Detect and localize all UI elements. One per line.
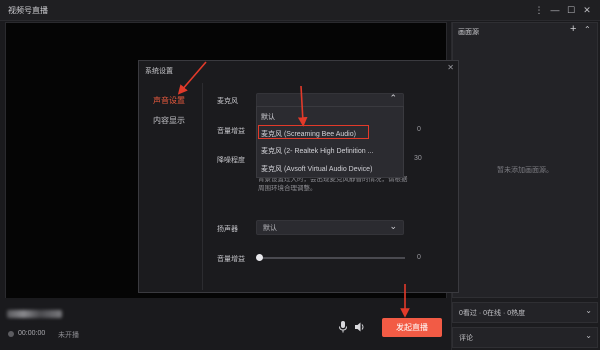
chevron-down-icon: ⌄ (585, 306, 592, 315)
sidebar-item-content[interactable]: 内容显示 (153, 115, 185, 126)
bottom-bar (0, 298, 447, 350)
mic-gain-label: 音量增益 (217, 128, 245, 135)
microphone-dropdown-list: 默认 麦克风 (Screaming Bee Audio) 麦克风 (2- Rea… (256, 106, 404, 178)
microphone-label: 麦克风 (217, 98, 238, 105)
live-status: 未开播 (58, 332, 79, 339)
speaker-gain-slider[interactable] (259, 257, 405, 259)
sidebar-item-sound[interactable]: 声音设置 (153, 95, 185, 106)
blurred-account-name (7, 310, 62, 318)
maximize-icon[interactable]: ☐ (564, 3, 578, 17)
dropdown-option[interactable]: 麦克风 (2- Realtek High Definition ... (261, 146, 373, 156)
dialog-close-icon[interactable]: ✕ (447, 63, 454, 72)
go-live-button[interactable]: 发起直播 (382, 318, 442, 337)
speaker-gain-value: 0 (417, 254, 421, 261)
scene-source-title: 画面源 (458, 29, 479, 36)
live-duration: 00:00:00 (18, 330, 46, 337)
add-source-icon[interactable]: + (570, 23, 576, 35)
live-stats-text: 0看过 · 0在线 · 0热度 (459, 310, 526, 317)
comments-label: 评论 (459, 335, 473, 342)
speaker-label: 扬声器 (217, 226, 238, 233)
close-icon[interactable]: ✕ (580, 3, 594, 17)
title-bar: 视频号直播 ⋮ — ☐ ✕ (0, 0, 600, 21)
comments-row[interactable]: 评论 ⌄ (452, 327, 598, 348)
chevron-up-icon: ⌃ (389, 93, 397, 103)
speaker-select[interactable]: 默认 ⌄ (256, 220, 404, 235)
dialog-divider (202, 83, 203, 290)
speaker-gain-label: 音量增益 (217, 256, 245, 263)
scene-source-panel: 画面源 + ⌃ 暂未添加画面源。 (452, 22, 598, 298)
speaker-selected-value: 默认 (263, 225, 277, 232)
noise-reduction-label: 降噪程度 (217, 157, 245, 164)
chevron-down-icon: ⌄ (389, 221, 397, 231)
noise-reduction-value: 30 (414, 155, 422, 162)
dropdown-option[interactable]: 默认 (261, 112, 275, 122)
app-title: 视频号直播 (8, 6, 48, 15)
dialog-title: 系统设置 (145, 68, 173, 75)
record-status-icon (8, 331, 14, 337)
speaker-icon[interactable] (354, 320, 366, 334)
minimize-icon[interactable]: — (548, 3, 562, 17)
live-stats-row[interactable]: 0看过 · 0在线 · 0热度 ⌄ (452, 302, 598, 323)
more-menu-icon[interactable]: ⋮ (532, 3, 546, 17)
chevron-down-icon: ⌄ (585, 331, 592, 340)
empty-source-text: 暂未添加画面源。 (497, 167, 553, 174)
dropdown-option[interactable]: 麦克风 (Avsoft Virtual Audio Device) (261, 164, 372, 174)
speaker-gain-slider-thumb[interactable] (256, 254, 263, 261)
microphone-icon[interactable] (337, 320, 349, 334)
collapse-icon[interactable]: ⌃ (584, 25, 591, 34)
highlight-box-annotation (258, 125, 369, 139)
settings-sidebar: 声音设置 内容显示 (139, 81, 202, 292)
mic-gain-value: 0 (417, 126, 421, 133)
